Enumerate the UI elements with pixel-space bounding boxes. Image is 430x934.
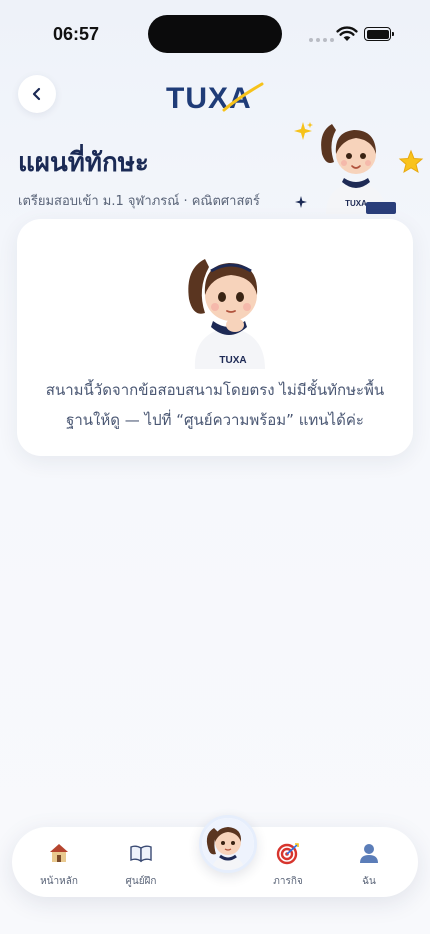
target-icon [276,843,299,865]
info-card: TUXA สนามนี้วัดจากข้อสอบสนามโดยตรง ไม่มี… [17,219,413,456]
mascot-think-shirt-text: TUXA [219,355,246,366]
cellular-signal-icon [309,38,334,42]
battery-icon [364,27,394,41]
status-time: 06:57 [53,24,100,44]
small-sparkle-icon [295,196,307,208]
dynamic-island [148,15,282,53]
book-icon [130,845,152,863]
page-title: แผนที่ทักษะ [18,148,149,178]
nav-item-me[interactable]: ฉัน [333,840,405,889]
wifi-icon [336,26,358,41]
mascot-thinking-illustration: TUXA [188,259,265,369]
person-icon [360,844,378,863]
bottom-navigation: หน้าหลัก ศูนย์ฝึก ภารกิจ ฉัน [12,815,418,897]
card-message: สนามนี้วัดจากข้อสอบสนามโดยตรง ไม่มีชั้นท… [45,381,385,429]
chevron-left-icon [32,87,41,101]
nav-label-home: หน้าหลัก [40,876,78,887]
nav-item-missions[interactable]: ภารกิจ [252,840,324,889]
nav-item-practice[interactable]: ศูนย์ฝึก [105,840,177,889]
house-icon [50,844,68,862]
mascot-top-shirt-text: TUXA [345,199,367,208]
status-bar: 06:57 [0,0,430,62]
mascot-reading-illustration: TUXA [321,124,396,214]
star-icon [398,149,424,174]
nav-label-practice: ศูนย์ฝึก [125,876,157,887]
nav-label-me: ฉัน [362,876,376,887]
nav-item-mascot[interactable] [199,815,257,873]
tuxa-logo: TUXA [166,82,264,114]
page-subtitle: เตรียมสอบเข้า ม.1 จุฬาภรณ์ · คณิตศาสตร์ [18,194,260,209]
mascot-avatar [202,818,254,870]
nav-item-home[interactable]: หน้าหลัก [23,840,95,889]
sparkle-icon [294,122,313,140]
nav-label-missions: ภารกิจ [273,876,303,887]
back-button[interactable] [18,75,56,113]
